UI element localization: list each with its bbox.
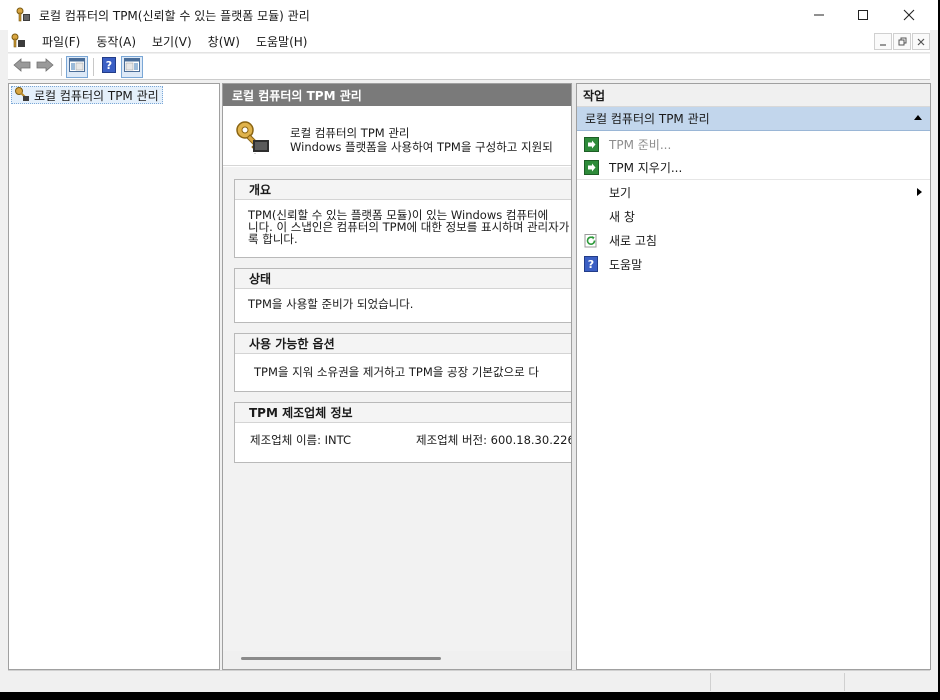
action-label: TPM 준비... bbox=[609, 137, 672, 152]
mmc-window: 로컬 컴퓨터의 TPM(신뢰할 수 있는 플랫폼 모듈) 관리 파일(F) 동작… bbox=[0, 0, 940, 692]
actions-pane-title: 작업 bbox=[577, 84, 930, 107]
center-pane-header: 로컬 컴퓨터의 TPM 관리 bbox=[223, 84, 571, 106]
tpm-document-icon[interactable] bbox=[10, 33, 26, 49]
maximize-button[interactable] bbox=[840, 0, 886, 30]
manufacturer-name: 제조업체 이름: INTC bbox=[250, 433, 352, 447]
mdi-close-button[interactable] bbox=[912, 33, 930, 50]
overview-section-title: 개요 bbox=[235, 180, 571, 200]
green-run-arrow-icon bbox=[583, 160, 599, 176]
banner-description: Windows 플랫폼을 사용하여 TPM을 구성하고 지원되 bbox=[290, 140, 553, 154]
svg-text:?: ? bbox=[106, 59, 112, 72]
overview-text: TPM(신뢰할 수 있는 플랫폼 모듈)이 있는 Windows 컴퓨터에 니다… bbox=[235, 200, 571, 246]
menu-help[interactable]: 도움말(H) bbox=[248, 33, 316, 50]
status-section: 상태 TPM을 사용할 준비가 되었습니다. bbox=[234, 268, 571, 323]
show-hide-console-tree-button[interactable] bbox=[66, 55, 88, 78]
status-divider bbox=[710, 673, 711, 691]
toolbar-separator bbox=[61, 57, 62, 76]
manufacturer-info-section-title: TPM 제조업체 정보 bbox=[235, 403, 571, 423]
show-hide-action-pane-icon bbox=[124, 58, 140, 75]
window-title: 로컬 컴퓨터의 TPM(신뢰할 수 있는 플랫폼 모듈) 관리 bbox=[39, 8, 310, 23]
menu-file[interactable]: 파일(F) bbox=[34, 33, 88, 50]
console-tree-pane: 로컬 컴퓨터의 TPM 관리 bbox=[8, 83, 220, 670]
manufacturer-version: 제조업체 버전: 600.18.30.226 bbox=[416, 433, 572, 447]
status-divider bbox=[844, 673, 845, 691]
action-new-window[interactable]: 새 창 bbox=[577, 204, 930, 228]
action-label: TPM 지우기... bbox=[609, 161, 683, 175]
center-banner: 로컬 컴퓨터의 TPM 관리 Windows 플랫폼을 사용하여 TPM을 구성… bbox=[223, 108, 571, 166]
forward-arrow-icon bbox=[36, 57, 54, 76]
action-label: 도움말 bbox=[609, 257, 643, 272]
back-button[interactable] bbox=[11, 56, 33, 78]
toolbar: ? bbox=[8, 54, 930, 80]
overview-section: 개요 TPM(신뢰할 수 있는 플랫폼 모듈)이 있는 Windows 컴퓨터에… bbox=[234, 179, 571, 258]
mdi-controls bbox=[873, 33, 930, 50]
action-clear-tpm[interactable]: TPM 지우기... bbox=[577, 156, 930, 180]
status-section-title: 상태 bbox=[235, 269, 571, 289]
minimize-button[interactable] bbox=[796, 0, 842, 30]
center-horizontal-scrollbar[interactable] bbox=[223, 651, 571, 669]
mdi-minimize-button[interactable] bbox=[874, 33, 892, 50]
toolbar-separator bbox=[93, 57, 94, 76]
svg-text:?: ? bbox=[588, 258, 594, 271]
center-body: 개요 TPM(신뢰할 수 있는 플랫폼 모듈)이 있는 Windows 컴퓨터에… bbox=[223, 167, 572, 652]
menu-view[interactable]: 보기(V) bbox=[144, 33, 200, 50]
actions-pane: 작업 로컬 컴퓨터의 TPM 관리 TPM 준비... TPM 지우기... 보… bbox=[576, 83, 931, 670]
action-label: 보기 bbox=[609, 185, 632, 200]
help-icon: ? bbox=[583, 256, 599, 272]
action-prepare-tpm[interactable]: TPM 준비... bbox=[577, 132, 930, 156]
submenu-arrow-icon bbox=[917, 188, 922, 196]
tpm-key-chip-icon bbox=[235, 120, 271, 157]
action-label: 새로 고침 bbox=[609, 233, 657, 248]
menu-action[interactable]: 동작(A) bbox=[88, 33, 144, 50]
available-options-section-title: 사용 가능한 옵션 bbox=[235, 334, 571, 354]
manufacturer-info-section: TPM 제조업체 정보 제조업체 이름: INTC 제조업체 버전: 600.1… bbox=[234, 402, 572, 463]
show-hide-action-pane-button[interactable] bbox=[121, 55, 143, 78]
status-text: TPM을 사용할 준비가 되었습니다. bbox=[248, 297, 414, 311]
menu-bar: 파일(F) 동작(A) 보기(V) 창(W) 도움말(H) bbox=[8, 30, 930, 53]
tpm-key-chip-icon bbox=[14, 86, 30, 105]
mdi-restore-button[interactable] bbox=[893, 33, 911, 50]
overview-line-3: 록 합니다. bbox=[248, 232, 298, 246]
forward-button[interactable] bbox=[34, 56, 56, 78]
scrollbar-thumb[interactable] bbox=[241, 657, 441, 660]
close-button[interactable] bbox=[886, 0, 932, 30]
status-bar bbox=[8, 670, 930, 692]
manufacturer-info-body: 제조업체 이름: INTC 제조업체 버전: 600.18.30.226 bbox=[235, 423, 572, 447]
action-help[interactable]: ? 도움말 bbox=[577, 252, 930, 276]
back-arrow-icon bbox=[13, 57, 31, 76]
action-label: 새 창 bbox=[609, 209, 635, 224]
show-hide-console-tree-icon bbox=[69, 58, 85, 75]
tree-item-label: 로컬 컴퓨터의 TPM 관리 bbox=[34, 88, 159, 103]
actions-group-header[interactable]: 로컬 컴퓨터의 TPM 관리 bbox=[577, 107, 930, 131]
available-options-text[interactable]: TPM을 지워 소유권을 제거하고 TPM을 공장 기본값으로 다 bbox=[235, 354, 571, 378]
help-button[interactable]: ? bbox=[98, 56, 120, 78]
collapse-arrow-icon[interactable] bbox=[914, 115, 922, 120]
center-pane: 로컬 컴퓨터의 TPM 관리 로컬 컴퓨터의 TPM 관리 Windows 플랫… bbox=[222, 83, 572, 670]
action-view[interactable]: 보기 bbox=[577, 180, 930, 204]
actions-group-label: 로컬 컴퓨터의 TPM 관리 bbox=[585, 112, 710, 126]
available-options-section: 사용 가능한 옵션 TPM을 지워 소유권을 제거하고 TPM을 공장 기본값으… bbox=[234, 333, 571, 392]
menu-window[interactable]: 창(W) bbox=[200, 33, 248, 50]
green-run-arrow-icon bbox=[583, 136, 599, 152]
title-bar[interactable]: 로컬 컴퓨터의 TPM(신뢰할 수 있는 플랫폼 모듈) 관리 bbox=[0, 0, 938, 30]
tree-item-tpm-management[interactable]: 로컬 컴퓨터의 TPM 관리 bbox=[11, 86, 163, 104]
refresh-icon bbox=[583, 232, 599, 248]
tpm-key-chip-icon bbox=[15, 7, 31, 23]
help-icon: ? bbox=[102, 57, 116, 76]
action-refresh[interactable]: 새로 고침 bbox=[577, 228, 930, 252]
